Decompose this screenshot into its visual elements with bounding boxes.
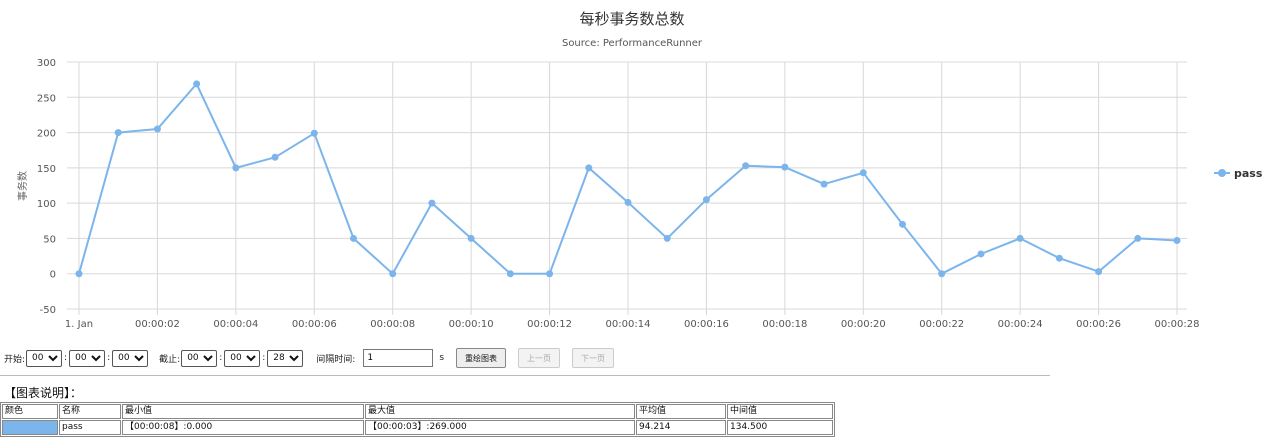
data-point: [859, 169, 867, 177]
y-axis: 300 250 200 150 100 50 0 -50: [37, 58, 56, 316]
y-tick-label: 200: [37, 129, 56, 140]
cell-max: 【00:00:03】:269.000: [365, 420, 635, 435]
prev-page-button[interactable]: 上一页: [518, 348, 561, 368]
data-point: [467, 234, 475, 242]
data-point: [820, 180, 828, 188]
data-point: [938, 270, 946, 278]
data-point: [1055, 254, 1063, 262]
table-row: pass 【00:00:08】:0.000 【00:00:03】:269.000…: [2, 420, 833, 435]
data-point: [114, 129, 122, 137]
header-color: 颜色: [2, 404, 58, 419]
cell-median: 134.500: [727, 420, 833, 435]
x-tick-label: 1. Jan: [65, 319, 93, 330]
data-point: [702, 196, 710, 204]
x-tick-label: 00:00:02: [135, 319, 180, 330]
chart-grid: [67, 61, 1187, 315]
cell-avg: 94.214: [636, 420, 726, 435]
x-tick-label: 00:00:26: [1076, 319, 1121, 330]
end-label: 截止:: [159, 354, 181, 365]
x-tick-label: 00:00:22: [919, 319, 964, 330]
x-tick-label: 00:00:12: [527, 319, 572, 330]
data-point: [1173, 237, 1181, 245]
data-point: [624, 198, 632, 206]
legend-item-pass[interactable]: pass: [1234, 167, 1263, 180]
interval-label: 间隔时间:: [316, 354, 356, 365]
data-point: [781, 163, 789, 171]
y-tick-label: 150: [37, 164, 56, 175]
x-axis: 1. Jan 00:00:02 00:00:04 00:00:06 00:00:08 00…: [65, 319, 1200, 330]
header-median: 中间值: [727, 404, 833, 419]
colon-separator: :: [107, 353, 111, 363]
x-tick-label: 00:00:18: [762, 319, 807, 330]
table-header-row: 颜色 名称 最小值 最大值 平均值 中间值: [2, 404, 833, 419]
header-max: 最大值: [365, 404, 635, 419]
data-point: [310, 129, 318, 137]
data-point: [75, 270, 83, 278]
x-tick-label: 00:00:14: [606, 319, 651, 330]
header-name: 名称: [59, 404, 121, 419]
start-hour-select[interactable]: 00: [26, 349, 63, 367]
header-avg: 平均值: [636, 404, 726, 419]
data-point: [585, 164, 593, 172]
x-tick-label: 00:00:24: [998, 319, 1043, 330]
color-swatch: [2, 420, 58, 435]
data-point: [506, 270, 514, 278]
data-point: [742, 162, 750, 170]
line-chart: 每秒事务数总数 Source: PerformanceRunner 300 250…: [16, 10, 1263, 330]
time-range-controls: 开始: 00 : 00 : 00 截止: 00 : 00 : 28 间隔时间: …: [4, 348, 615, 368]
legend[interactable]: pass: [1214, 167, 1263, 180]
colon-separator: :: [64, 353, 68, 363]
data-point: [153, 125, 161, 133]
x-tick-label: 00:00:16: [684, 319, 729, 330]
x-tick-label: 00:00:10: [449, 319, 494, 330]
data-point: [389, 270, 397, 278]
x-tick-label: 00:00:08: [370, 319, 415, 330]
y-tick-label: 0: [50, 270, 56, 281]
colon-separator: :: [219, 353, 223, 363]
colon-separator: :: [262, 353, 266, 363]
x-tick-label: 00:00:28: [1155, 319, 1200, 330]
divider: [0, 375, 1050, 376]
data-point: [663, 234, 671, 242]
redraw-chart-button[interactable]: 重绘图表: [456, 348, 507, 368]
data-point: [232, 164, 240, 172]
next-page-button[interactable]: 下一页: [572, 348, 615, 368]
legend-marker-pass: [1218, 169, 1226, 177]
x-tick-label: 00:00:04: [213, 319, 258, 330]
start-label: 开始:: [4, 354, 26, 365]
y-tick-label: 50: [43, 234, 56, 245]
data-point: [1095, 268, 1103, 276]
end-hour-select[interactable]: 00: [181, 349, 218, 367]
legend-section-title: 【图表说明】：: [4, 386, 83, 400]
y-tick-label: 250: [37, 93, 56, 104]
y-tick-label: -50: [40, 305, 56, 316]
end-minute-select[interactable]: 00: [224, 349, 261, 367]
y-tick-label: 100: [37, 199, 56, 210]
cell-name: pass: [59, 420, 121, 435]
interval-input[interactable]: [363, 349, 434, 367]
data-point: [428, 199, 436, 207]
end-second-select[interactable]: 28: [267, 349, 304, 367]
cell-min: 【00:00:08】:0.000: [122, 420, 364, 435]
data-point: [899, 220, 906, 228]
data-point: [271, 153, 279, 161]
data-point: [350, 234, 357, 242]
start-minute-select[interactable]: 00: [69, 349, 106, 367]
chart-title: 每秒事务数总数: [579, 10, 684, 28]
data-point: [546, 270, 554, 278]
x-tick-label: 00:00:06: [292, 319, 337, 330]
data-point: [1134, 234, 1142, 242]
data-point: [193, 80, 201, 88]
chart-subtitle: Source: PerformanceRunner: [562, 38, 703, 49]
interval-unit: s: [439, 353, 445, 363]
start-second-select[interactable]: 00: [112, 349, 149, 367]
data-point: [977, 250, 985, 258]
summary-table: 颜色 名称 最小值 最大值 平均值 中间值 pass 【00:00:08】:0.…: [0, 402, 835, 437]
y-axis-label: 事务数: [16, 171, 29, 201]
header-min: 最小值: [122, 404, 364, 419]
data-point: [1016, 234, 1024, 242]
x-tick-label: 00:00:20: [841, 319, 886, 330]
y-tick-label: 300: [37, 58, 56, 69]
